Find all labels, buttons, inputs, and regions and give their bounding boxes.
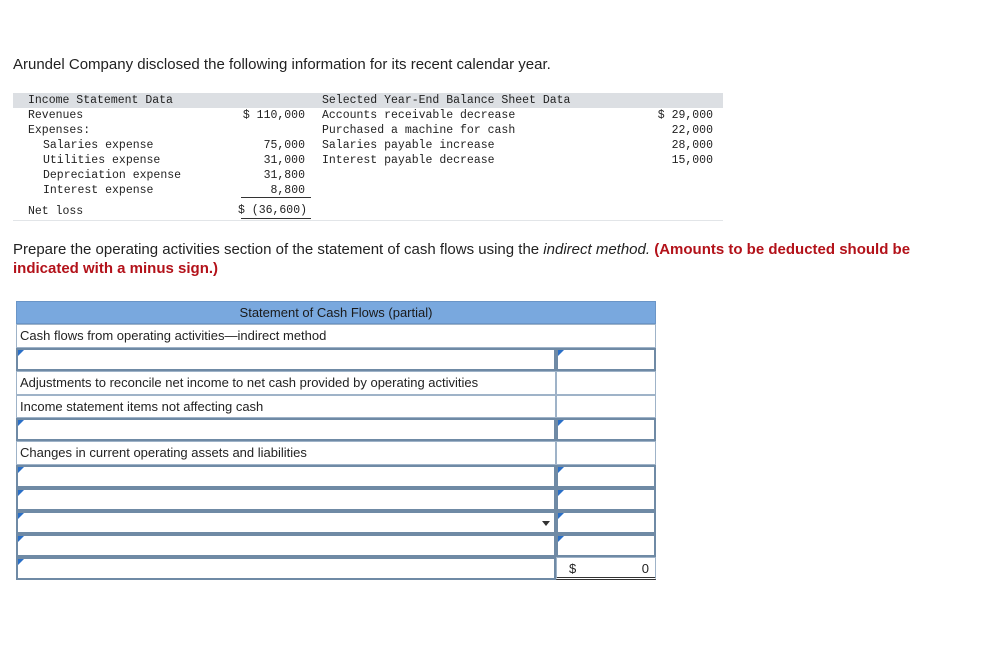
netloss-label: Net loss bbox=[28, 205, 84, 218]
change-row-2-label-input[interactable] bbox=[16, 488, 556, 511]
revenues-label: Revenues bbox=[28, 109, 84, 122]
input-marker-icon bbox=[558, 490, 564, 496]
ar-value: $ 29,000 bbox=[657, 109, 713, 122]
balance-header: Selected Year-End Balance Sheet Data bbox=[322, 94, 571, 107]
income-header: Income Statement Data bbox=[28, 94, 173, 107]
instructions: Prepare the operating activities section… bbox=[13, 240, 963, 278]
depreciation-adjustment-label-input[interactable] bbox=[16, 418, 556, 441]
total-currency: $ bbox=[569, 561, 577, 576]
netloss-value: $ (36,600) bbox=[237, 204, 307, 217]
change-row-1-amount-input[interactable] bbox=[556, 465, 656, 488]
statement-title: Statement of Cash Flows (partial) bbox=[16, 301, 656, 324]
total-label-input[interactable] bbox=[16, 557, 556, 580]
section-label: Cash flows from operating activities—ind… bbox=[16, 324, 656, 348]
ar-label: Accounts receivable decrease bbox=[322, 109, 516, 122]
instructions-text: Prepare the operating activities section… bbox=[13, 241, 544, 258]
input-marker-icon bbox=[18, 536, 24, 542]
input-marker-icon bbox=[558, 350, 564, 356]
machine-value: 22,000 bbox=[671, 124, 713, 137]
changes-label: Changes in current operating assets and … bbox=[16, 441, 556, 465]
given-data-table: Income Statement Data Selected Year-End … bbox=[13, 93, 723, 221]
intpay-label: Interest payable decrease bbox=[322, 154, 495, 167]
utilities-value: 31,000 bbox=[263, 154, 305, 167]
input-marker-icon bbox=[18, 420, 24, 426]
input-marker-icon bbox=[18, 467, 24, 473]
instructions-method: indirect method. bbox=[543, 241, 651, 258]
total-amount: $ 0 bbox=[556, 557, 656, 580]
input-marker-icon bbox=[558, 536, 564, 542]
input-marker-icon bbox=[18, 513, 24, 519]
change-row-3-select[interactable] bbox=[16, 511, 556, 534]
total-underline bbox=[241, 197, 311, 198]
salaries-value: 75,000 bbox=[263, 139, 305, 152]
adjustments-label: Adjustments to reconcile net income to n… bbox=[16, 371, 556, 395]
depreciation-label: Depreciation expense bbox=[43, 169, 182, 182]
problem-intro: Arundel Company disclosed the following … bbox=[13, 56, 551, 73]
chevron-down-icon[interactable] bbox=[542, 521, 550, 526]
salaries-label: Salaries expense bbox=[43, 139, 154, 152]
salpay-value: 28,000 bbox=[671, 139, 713, 152]
change-row-2-amount-input[interactable] bbox=[556, 488, 656, 511]
depreciation-adjustment-amount-input[interactable] bbox=[556, 418, 656, 441]
changes-amount-blank bbox=[556, 441, 656, 465]
input-marker-icon bbox=[18, 559, 24, 565]
income-items-label: Income statement items not affecting cas… bbox=[16, 395, 556, 418]
intpay-value: 15,000 bbox=[671, 154, 713, 167]
revenues-value: $ 110,000 bbox=[242, 109, 305, 122]
adjustments-amount-blank bbox=[556, 371, 656, 395]
income-items-amount-blank bbox=[556, 395, 656, 418]
input-marker-icon bbox=[558, 513, 564, 519]
input-marker-icon bbox=[558, 420, 564, 426]
machine-label: Purchased a machine for cash bbox=[322, 124, 516, 137]
input-marker-icon bbox=[558, 467, 564, 473]
utilities-label: Utilities expense bbox=[43, 154, 161, 167]
total-value: 0 bbox=[641, 561, 649, 576]
change-row-4-amount-input[interactable] bbox=[556, 534, 656, 557]
net-income-amount-input[interactable] bbox=[556, 348, 656, 371]
salpay-label: Salaries payable increase bbox=[322, 139, 495, 152]
input-marker-icon bbox=[18, 350, 24, 356]
change-row-4-label-input[interactable] bbox=[16, 534, 556, 557]
change-row-3-amount-input[interactable] bbox=[556, 511, 656, 534]
change-row-1-label-input[interactable] bbox=[16, 465, 556, 488]
interest-label: Interest expense bbox=[43, 184, 154, 197]
net-income-label-input[interactable] bbox=[16, 348, 556, 371]
expenses-label: Expenses: bbox=[28, 124, 91, 137]
interest-value: 8,800 bbox=[270, 184, 305, 197]
data-bottom-rule bbox=[13, 220, 723, 221]
input-marker-icon bbox=[18, 490, 24, 496]
depreciation-value: 31,800 bbox=[263, 169, 305, 182]
